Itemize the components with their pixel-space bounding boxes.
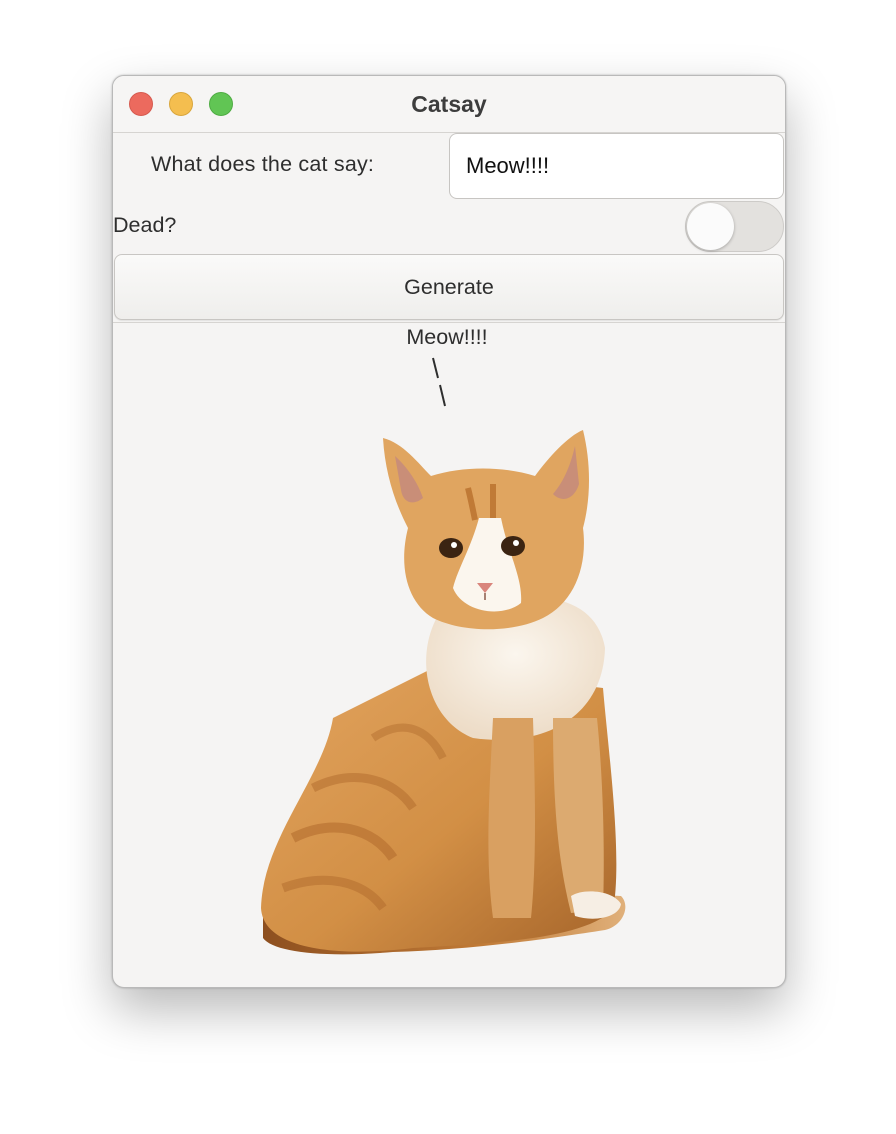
cat-image [261,430,626,955]
speech-tail [432,357,446,407]
catsay-window: Catsay What does the cat say: Dead? Gene… [112,75,786,988]
